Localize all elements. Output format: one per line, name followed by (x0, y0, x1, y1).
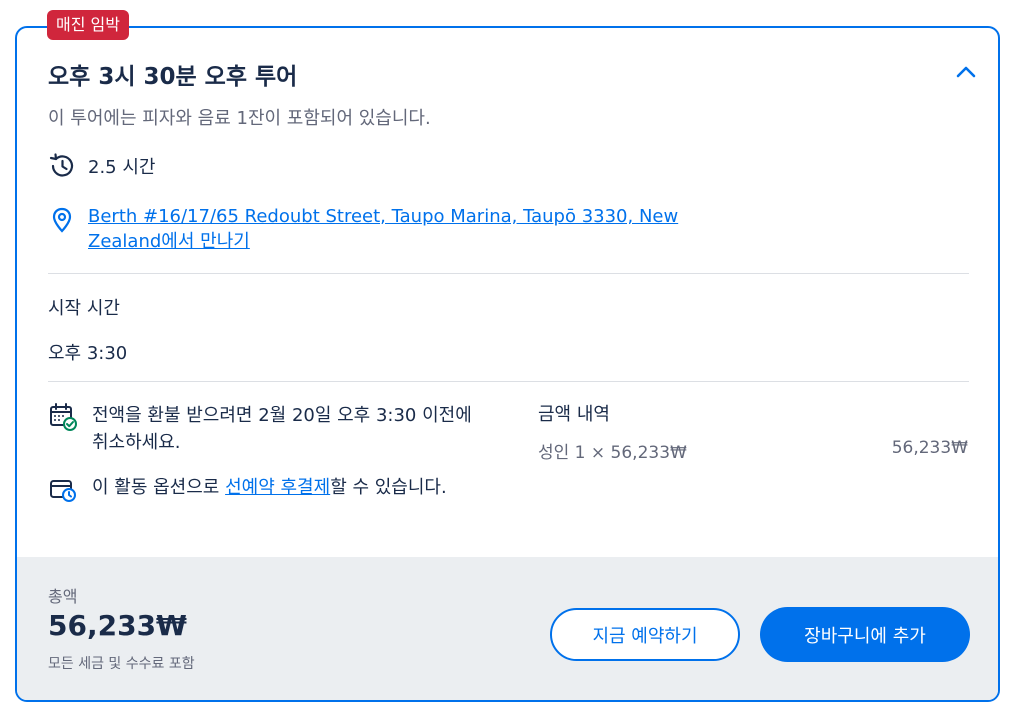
divider (48, 273, 969, 274)
option-description: 이 투어에는 피자와 음료 1잔이 포함되어 있습니다. (48, 108, 431, 129)
add-to-cart-button[interactable]: 장바구니에 추가 (760, 607, 970, 662)
divider (48, 381, 969, 382)
refund-policy-text: 전액을 환불 받으려면 2월 20일 오후 3:30 이전에 취소하세요. (92, 405, 472, 453)
booking-footer: 총액 56,233₩ 모든 세금 및 수수료 포함 지금 예약하기 장바구니에 … (17, 557, 998, 700)
reserve-prefix: 이 활동 옵션으로 (92, 477, 226, 498)
calendar-check-icon (50, 403, 77, 431)
total-label: 총액 (48, 587, 78, 606)
start-time-value: 오후 3:30 (48, 343, 128, 364)
reserve-now-row: 이 활동 옵션으로 선예약 후결제할 수 있습니다. (48, 474, 472, 504)
total-price: 56,233₩ (48, 609, 187, 642)
start-time-label: 시작 시간 (48, 298, 120, 319)
reserve-now-text: 이 활동 옵션으로 선예약 후결제할 수 있습니다. (92, 474, 472, 504)
meeting-point-row: Berth #16/17/65 Redoubt Street, Taupo Ma… (48, 204, 688, 254)
chevron-up-icon (956, 66, 976, 78)
location-pin-icon (52, 207, 72, 233)
tour-option-card: 오후 3시 30분 오후 투어 이 투어에는 피자와 음료 1잔이 포함되어 있… (15, 26, 1000, 702)
meeting-point-link[interactable]: Berth #16/17/65 Redoubt Street, Taupo Ma… (88, 204, 688, 254)
price-line-label: 성인 1 × 56,233₩ (538, 443, 687, 463)
reserve-now-pay-later-link[interactable]: 선예약 후결제 (225, 477, 330, 498)
tax-note: 모든 세금 및 수수료 포함 (48, 656, 195, 672)
option-title: 오후 3시 30분 오후 투어 (48, 64, 298, 90)
refund-policy-row: 전액을 환불 받으려면 2월 20일 오후 3:30 이전에 취소하세요. (48, 402, 472, 456)
reserve-suffix: 할 수 있습니다. (330, 477, 447, 498)
duration-text: 2.5 시간 (88, 157, 156, 178)
sold-out-soon-badge: 매진 임박 (47, 10, 129, 40)
clock-history-icon (49, 153, 74, 177)
wallet-clock-icon (50, 480, 76, 502)
book-now-button[interactable]: 지금 예약하기 (550, 608, 740, 661)
price-breakdown-title: 금액 내역 (538, 404, 610, 425)
duration-row: 2.5 시간 (48, 152, 155, 180)
collapse-button[interactable] (952, 58, 980, 86)
price-line-value: 56,233₩ (891, 438, 968, 458)
